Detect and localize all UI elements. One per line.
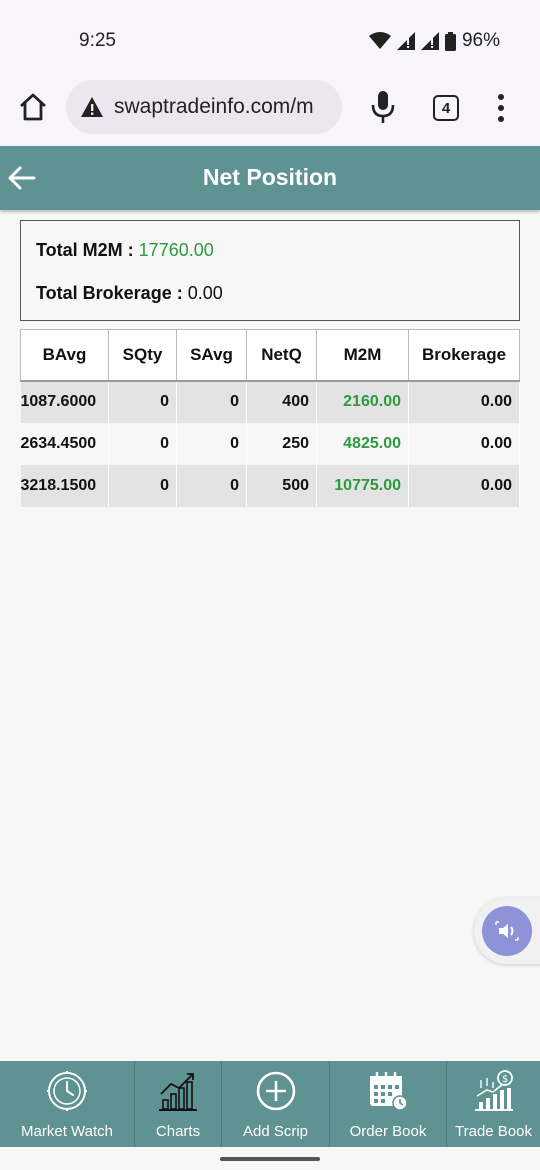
total-m2m-label: Total M2M : — [36, 240, 134, 260]
table-row[interactable]: 3218.1500 0 0 500 10775.00 0.00 — [20, 464, 520, 507]
cell-netq: 500 — [246, 464, 317, 507]
cell-sqty: 0 — [108, 464, 177, 507]
tab-switcher-button[interactable]: 4 — [433, 95, 459, 121]
calendar-icon — [370, 1072, 408, 1111]
total-brokerage-row: Total Brokerage : 0.00 — [36, 283, 223, 304]
home-icon[interactable] — [18, 92, 48, 122]
column-header-savg[interactable]: SAvg — [176, 329, 247, 382]
status-time: 9:25 — [79, 30, 116, 51]
nav-order-book[interactable]: Order Book — [330, 1061, 447, 1147]
cell-savg: 0 — [176, 422, 247, 465]
nav-label: Order Book — [349, 1123, 427, 1140]
total-brokerage-label: Total Brokerage : — [36, 283, 183, 303]
column-header-sqty[interactable]: SQty — [108, 329, 177, 382]
total-m2m-row: Total M2M : 17760.00 — [36, 240, 214, 261]
status-bar: 9:25 96% — [0, 0, 540, 78]
cell-netq: 400 — [246, 380, 317, 423]
browser-menu-icon[interactable] — [497, 94, 505, 122]
column-header-netq[interactable]: NetQ — [246, 329, 317, 382]
cell-sqty: 0 — [108, 422, 177, 465]
nav-label: Trade Book — [455, 1123, 532, 1140]
battery-icon — [444, 31, 456, 51]
cell-savg: 0 — [176, 380, 247, 423]
bottom-navigation: Market Watch Charts Add Scrip Order Book… — [0, 1061, 540, 1147]
chart-icon — [159, 1073, 197, 1111]
total-m2m-value: 17760.00 — [138, 240, 214, 260]
nav-trade-book[interactable]: $ Trade Book — [447, 1061, 540, 1147]
floating-panel — [474, 898, 540, 964]
nav-add-scrip[interactable]: Add Scrip — [222, 1061, 330, 1147]
cell-brokerage: 0.00 — [408, 422, 520, 465]
summary-box: Total M2M : 17760.00 Total Brokerage : 0… — [20, 220, 520, 321]
nav-label: Market Watch — [21, 1123, 113, 1140]
plus-circle-icon — [256, 1071, 295, 1111]
nav-market-watch[interactable]: Market Watch — [0, 1061, 135, 1147]
nav-label: Add Scrip — [242, 1123, 309, 1140]
microphone-icon[interactable] — [370, 90, 396, 124]
cell-bavg: 2634.4500 — [20, 422, 109, 465]
clock-icon — [47, 1071, 87, 1111]
cell-m2m: 10775.00 — [316, 464, 409, 507]
net-position-table[interactable]: BAvg SQty SAvg NetQ M2M Brokerage 1087.6… — [20, 329, 520, 507]
nav-charts[interactable]: Charts — [135, 1061, 222, 1147]
table-row[interactable]: 2634.4500 0 0 250 4825.00 0.00 — [20, 422, 520, 465]
page-title: Net Position — [202, 164, 338, 190]
url-text: swaptradeinfo.com/m — [114, 95, 314, 118]
speaker-icon — [495, 921, 519, 941]
svg-text:$: $ — [502, 1074, 508, 1085]
signal-icon — [396, 32, 415, 50]
table-header-row: BAvg SQty SAvg NetQ M2M Brokerage — [20, 329, 520, 382]
speaker-button[interactable] — [482, 906, 532, 956]
wifi-icon — [368, 32, 391, 49]
app-header: Net Position — [0, 146, 540, 210]
cell-brokerage: 0.00 — [408, 464, 520, 507]
browser-toolbar: swaptradeinfo.com/m 4 — [0, 78, 540, 146]
nav-label: Charts — [155, 1123, 201, 1140]
cell-m2m: 2160.00 — [316, 380, 409, 423]
column-header-m2m[interactable]: M2M — [316, 329, 409, 382]
battery-percent: 96% — [461, 30, 500, 51]
gesture-bar — [0, 1147, 540, 1170]
trade-chart-icon: $ — [474, 1070, 513, 1111]
table-row[interactable]: 1087.6000 0 0 400 2160.00 0.00 — [20, 380, 520, 423]
column-header-bavg[interactable]: BAvg — [20, 329, 109, 382]
cell-bavg: 1087.6000 — [20, 380, 109, 423]
cell-netq: 250 — [246, 422, 317, 465]
cell-sqty: 0 — [108, 380, 177, 423]
status-icons: 96% — [368, 30, 500, 52]
url-bar[interactable]: swaptradeinfo.com/m — [66, 80, 342, 134]
cell-brokerage: 0.00 — [408, 380, 520, 423]
column-header-brokerage[interactable]: Brokerage — [408, 329, 520, 382]
cell-bavg: 3218.1500 — [20, 464, 109, 507]
cell-savg: 0 — [176, 464, 247, 507]
signal-icon-2 — [420, 32, 439, 50]
warning-icon[interactable] — [80, 96, 104, 118]
total-brokerage-value: 0.00 — [187, 283, 223, 303]
cell-m2m: 4825.00 — [316, 422, 409, 465]
